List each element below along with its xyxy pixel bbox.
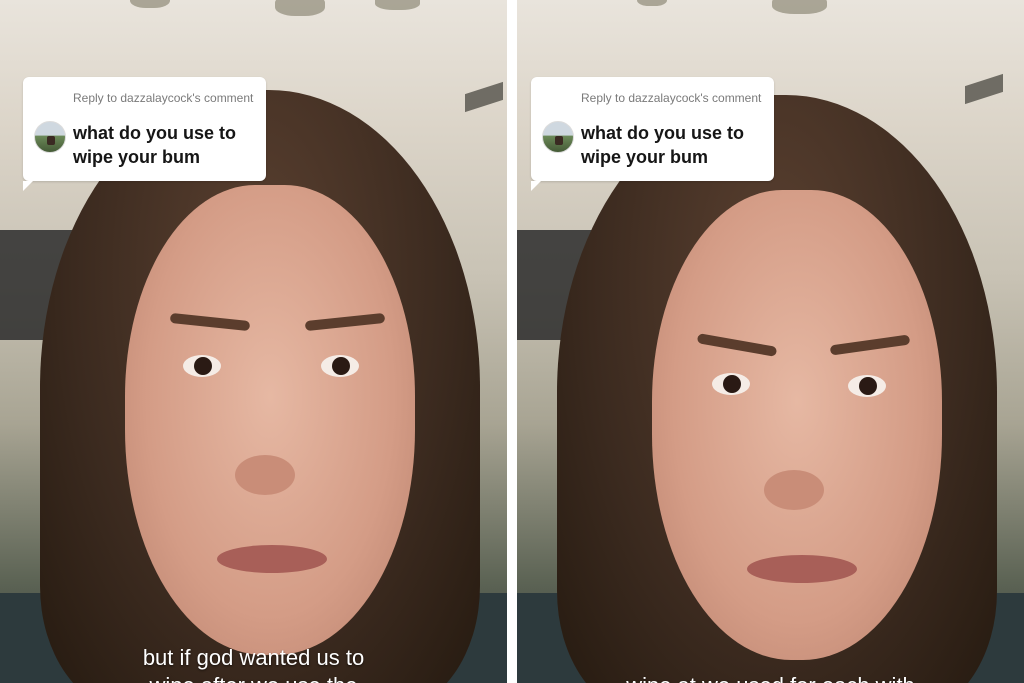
ceiling-stain (637, 0, 667, 6)
caption-line: but if god wanted us to (142, 645, 365, 670)
ceiling-stain (772, 0, 827, 14)
left-eye (183, 355, 221, 377)
ceiling-stain (275, 0, 325, 16)
right-eye (321, 355, 359, 377)
reply-comment-bubble[interactable]: Reply to dazzalaycock's comment what do … (23, 77, 266, 191)
panel-divider (507, 0, 517, 683)
right-eye (848, 375, 886, 397)
commenter-avatar[interactable] (34, 121, 66, 153)
mouth (217, 545, 327, 573)
face (125, 185, 415, 655)
person (557, 95, 997, 683)
left-eyebrow (696, 333, 778, 357)
video-frame-right: Reply to dazzalaycock's comment what do … (517, 0, 1024, 683)
right-eyebrow (829, 334, 911, 356)
ceiling-stain (375, 0, 420, 10)
reply-comment-bubble[interactable]: Reply to dazzalaycock's comment what do … (531, 77, 774, 191)
left-eyebrow (169, 312, 251, 332)
left-eye (712, 373, 750, 395)
caption-line-partial: wipe after we use the (0, 671, 507, 683)
reply-label: Reply to dazzalaycock's comment (581, 91, 762, 105)
face (652, 190, 942, 660)
comment-text: what do you use to wipe your bum (73, 123, 237, 167)
comment-text: what do you use to wipe your bum (581, 123, 745, 167)
ceiling-stain (130, 0, 170, 8)
nose (764, 470, 824, 510)
caption-line-partial: wipe at we used for each with (517, 671, 1024, 683)
right-eyebrow (304, 312, 386, 332)
reply-label: Reply to dazzalaycock's comment (73, 91, 254, 105)
commenter-avatar[interactable] (542, 121, 574, 153)
mouth (747, 555, 857, 583)
nose (235, 455, 295, 495)
video-frame-left: Reply to dazzalaycock's comment what do … (0, 0, 507, 683)
